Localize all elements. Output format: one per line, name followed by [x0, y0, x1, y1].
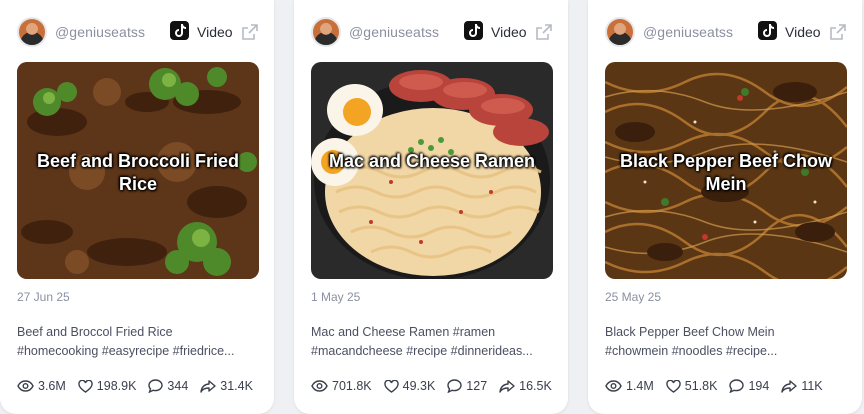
- comment-icon: [729, 379, 745, 393]
- shares-count: 11K: [801, 379, 823, 393]
- avatar[interactable]: [17, 17, 47, 47]
- heart-icon: [78, 379, 93, 393]
- caption-hashtags: #chowmein #noodles #recipe...: [605, 344, 778, 358]
- card-header: @geniuseatss Video: [311, 17, 553, 47]
- post-caption: Mac and Cheese Ramen #ramen #macandchees…: [311, 323, 551, 361]
- post-caption: Beef and Broccol Fried Rice #homecooking…: [17, 323, 257, 361]
- caption-hashtags: #macandcheese #recipe #dinnerideas...: [311, 344, 533, 358]
- eye-icon: [605, 380, 622, 392]
- comments-count: 194: [748, 379, 770, 393]
- media-type-label: Video: [491, 24, 527, 40]
- video-thumbnail[interactable]: Black Pepper Beef Chow Mein: [605, 62, 847, 279]
- likes-count: 51.8K: [684, 379, 718, 393]
- thumbnail-title: Black Pepper Beef Chow Mein: [619, 151, 833, 194]
- card-header: @geniuseatss Video: [605, 17, 847, 47]
- views-stat: 1.4M: [605, 379, 654, 393]
- eye-icon: [17, 380, 34, 392]
- external-link-icon[interactable]: [241, 23, 259, 41]
- caption-hashtags: #homecooking #easyrecipe #friedrice...: [17, 344, 235, 358]
- tiktok-icon: [170, 21, 189, 40]
- likes-stat: 198.9K: [78, 379, 137, 393]
- post-date: 1 May 25: [311, 290, 361, 304]
- engagement-stats: 701.8K 49.3K 127 16.5K: [311, 377, 552, 395]
- views-count: 3.6M: [38, 379, 66, 393]
- thumbnail-title: Mac and Cheese Ramen: [328, 151, 536, 171]
- comment-icon: [148, 379, 164, 393]
- post-caption: Black Pepper Beef Chow Mein #chowmein #n…: [605, 323, 845, 361]
- media-type-label: Video: [197, 24, 233, 40]
- external-link-icon[interactable]: [535, 23, 553, 41]
- video-card[interactable]: @geniuseatss Video: [294, 0, 568, 414]
- caption-line: Black Pepper Beef Chow Mein: [605, 325, 775, 339]
- likes-count: 198.9K: [96, 379, 137, 393]
- share-icon: [499, 379, 515, 393]
- views-count: 1.4M: [626, 379, 654, 393]
- video-thumbnail[interactable]: Mac and Cheese Ramen: [311, 62, 553, 279]
- comments-stat: 194: [729, 379, 769, 393]
- creator-handle[interactable]: @geniuseatss: [643, 24, 733, 40]
- likes-count: 49.3K: [402, 379, 436, 393]
- heart-icon: [383, 379, 399, 393]
- engagement-stats: 3.6M 198.9K 344 31.4K: [17, 377, 257, 395]
- shares-count: 31.4K: [220, 379, 253, 393]
- comments-count: 344: [167, 379, 189, 393]
- media-type-label: Video: [785, 24, 821, 40]
- share-icon: [781, 379, 798, 393]
- eye-icon: [311, 380, 328, 392]
- heart-icon: [666, 379, 681, 393]
- views-count: 701.8K: [332, 379, 372, 393]
- creator-handle[interactable]: @geniuseatss: [349, 24, 439, 40]
- avatar[interactable]: [311, 17, 341, 47]
- tiktok-icon: [464, 21, 483, 40]
- share-icon: [200, 379, 216, 393]
- likes-stat: 51.8K: [666, 379, 718, 393]
- comments-stat: 344: [148, 379, 188, 393]
- views-stat: 701.8K: [311, 379, 372, 393]
- tiktok-icon: [758, 21, 777, 40]
- video-thumbnail[interactable]: Beef and Broccoli Fried Rice: [17, 62, 259, 279]
- comments-stat: 127: [447, 379, 487, 393]
- post-date: 25 May 25: [605, 290, 662, 304]
- post-date: 27 Jun 25: [17, 290, 70, 304]
- comment-icon: [447, 379, 462, 393]
- avatar[interactable]: [605, 17, 635, 47]
- caption-line: Mac and Cheese Ramen #ramen: [311, 325, 496, 339]
- shares-stat: 31.4K: [200, 379, 253, 393]
- card-header: @geniuseatss Video: [17, 17, 259, 47]
- caption-line: Beef and Broccol Fried Rice: [17, 325, 173, 339]
- shares-stat: 11K: [781, 379, 823, 393]
- external-link-icon[interactable]: [829, 23, 847, 41]
- engagement-stats: 1.4M 51.8K 194 11K: [605, 377, 845, 395]
- shares-stat: 16.5K: [499, 379, 552, 393]
- shares-count: 16.5K: [519, 379, 552, 393]
- video-card[interactable]: @geniuseatss Video: [0, 0, 274, 414]
- thumbnail-title: Beef and Broccoli Fried Rice: [36, 151, 240, 194]
- views-stat: 3.6M: [17, 379, 66, 393]
- likes-stat: 49.3K: [383, 379, 436, 393]
- comments-count: 127: [466, 379, 488, 393]
- video-card[interactable]: @geniuseatss Video: [588, 0, 862, 414]
- creator-handle[interactable]: @geniuseatss: [55, 24, 145, 40]
